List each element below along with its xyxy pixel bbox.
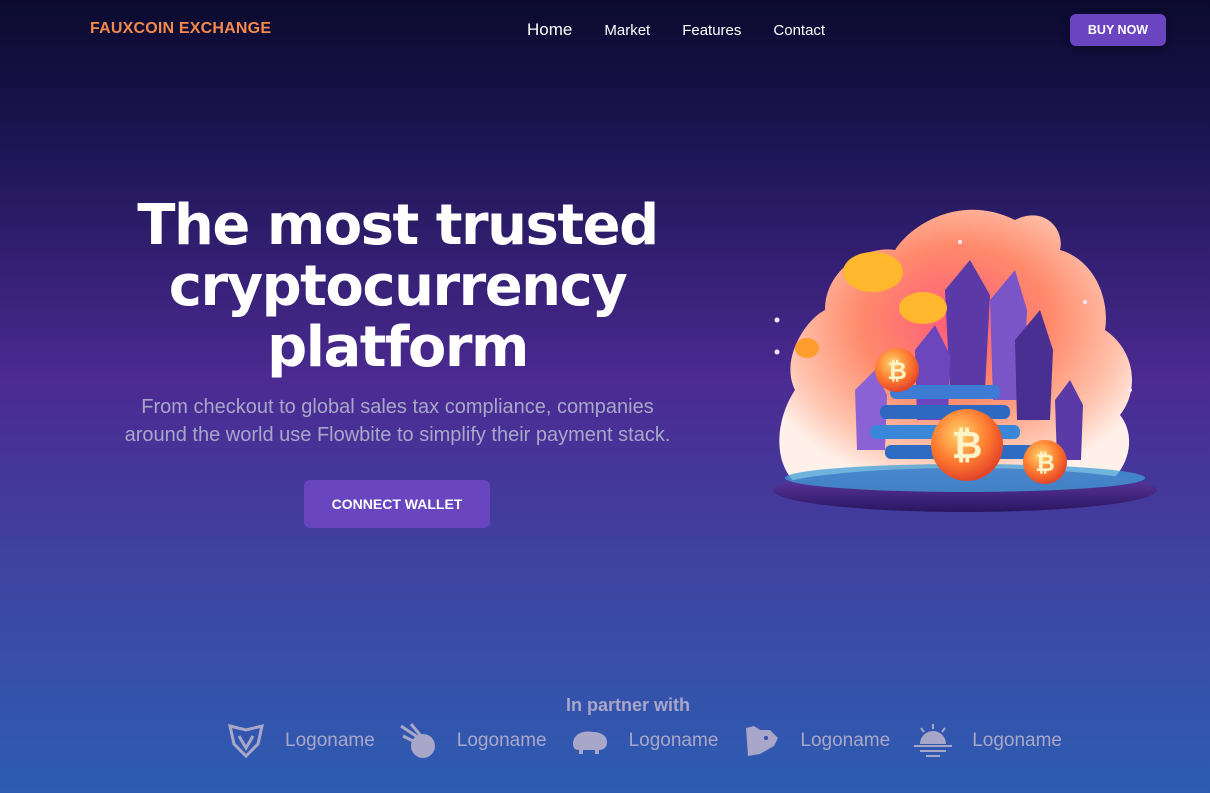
- nav-link-market[interactable]: Market: [604, 22, 650, 39]
- bitcoin-coin-large: ₿: [931, 409, 1003, 481]
- svg-text:₿: ₿: [952, 423, 983, 467]
- hero-title-line: The most trusted: [137, 193, 659, 258]
- bitcoin-coin-left: ₿: [875, 348, 919, 392]
- hero-subtitle: From checkout to global sales tax compli…: [70, 393, 725, 449]
- hero-title-line: cryptocurrency: [168, 254, 628, 319]
- partner-logo-name: Logoname: [800, 730, 891, 751]
- partner-logo-name: Logoname: [285, 730, 375, 751]
- partner-logo[interactable]: Logoname: [740, 722, 890, 760]
- partner-logo[interactable]: Logoname: [397, 722, 547, 760]
- nav-link-home[interactable]: Home: [527, 20, 572, 40]
- partner-logo[interactable]: Logoname: [912, 722, 1062, 760]
- sunset-icon: [914, 724, 953, 757]
- partner-logos: Logoname Logoname Logoname Logoname Logo…: [225, 722, 1062, 760]
- connect-wallet-button[interactable]: CONNECT WALLET: [304, 480, 490, 528]
- partner-logo[interactable]: Logoname: [569, 722, 719, 760]
- bison-icon: [572, 731, 607, 754]
- hero-title: The most trusted cryptocurrency platform: [60, 195, 735, 378]
- partner-logo-name: Logoname: [628, 730, 719, 751]
- svg-text:₿: ₿: [1035, 449, 1055, 477]
- comet-icon: [399, 723, 435, 758]
- nav-link-contact[interactable]: Contact: [773, 22, 825, 39]
- partners-title: In partner with: [565, 695, 690, 715]
- shield-icon: [228, 723, 264, 759]
- hero-title-line: platform: [267, 315, 529, 380]
- buy-now-button[interactable]: BUY NOW: [1070, 14, 1166, 46]
- hero-subtitle-line: around the world use Flowbite to simplif…: [124, 424, 671, 446]
- bear-icon: [746, 726, 779, 756]
- hero-subtitle-line: From checkout to global sales tax compli…: [141, 396, 654, 418]
- bitcoin-island-illustration: ₿ ₿ ₿: [773, 209, 1157, 512]
- main-menu: Home Market Features Contact: [527, 20, 825, 40]
- brand-logo[interactable]: FAUXCOIN EXCHANGE: [90, 20, 271, 38]
- partner-logo[interactable]: Logoname: [225, 722, 375, 760]
- nav-link-features[interactable]: Features: [682, 22, 741, 39]
- bitcoin-coin-right: ₿: [1023, 440, 1067, 484]
- svg-text:₿: ₿: [887, 357, 907, 385]
- navbar: FAUXCOIN EXCHANGE Home Market Features C…: [0, 0, 1210, 60]
- partner-logo-name: Logoname: [972, 730, 1062, 751]
- partner-logo-name: Logoname: [456, 730, 547, 751]
